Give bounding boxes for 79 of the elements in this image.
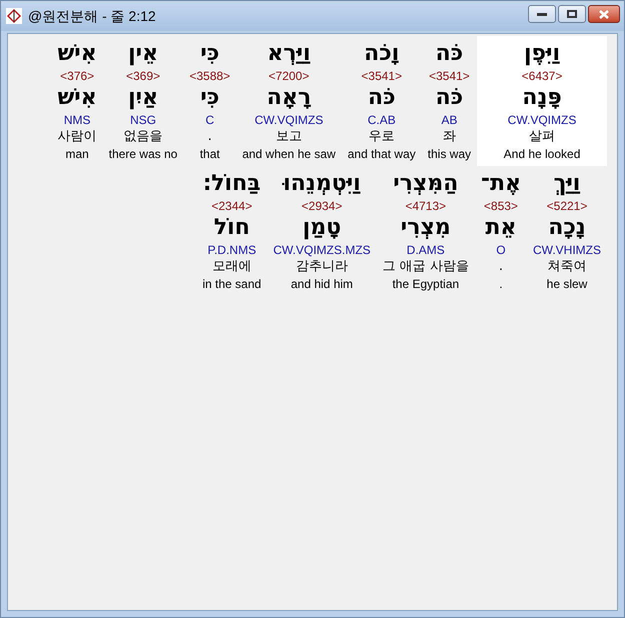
parsing-code: NMS [64, 112, 90, 128]
close-button[interactable] [588, 5, 620, 23]
parsing-code: NSG [130, 112, 156, 128]
korean-gloss: 감추니라 [296, 258, 348, 276]
hebrew-word: בַּחוֹל׃ [203, 170, 261, 198]
hebrew-word: וַיַּךְ [554, 170, 580, 198]
english-gloss: . [499, 276, 503, 292]
hebrew-lemma: אֵת [485, 214, 516, 242]
hebrew-word: כִּי [200, 40, 220, 68]
hebrew-word: וַיִּטְמְנֵהוּ [283, 170, 361, 198]
strong-number: <369> [126, 68, 160, 84]
korean-gloss: 없음을 [124, 128, 163, 146]
korean-gloss: 사람이 [58, 128, 97, 146]
hebrew-lemma: מִצְרִי [400, 214, 451, 242]
korean-gloss: 보고 [276, 128, 302, 146]
hebrew-word: וַיַּרְא [267, 40, 311, 68]
parsing-code: CW.VHIMZS [533, 242, 601, 258]
hebrew-lemma: אִישׁ [58, 84, 97, 112]
strong-number: <7200> [268, 68, 310, 84]
strong-number: <853> [484, 198, 518, 214]
strong-number: <5221> [546, 198, 588, 214]
hebrew-word: אִישׁ [58, 40, 97, 68]
korean-gloss: 살펴 [529, 128, 555, 146]
strong-number: <2344> [211, 198, 252, 214]
strong-number: <3588> [189, 68, 230, 84]
hebrew-word: אֵין [128, 40, 158, 68]
english-gloss: and when he saw [242, 146, 336, 162]
korean-gloss: 우로 [368, 128, 395, 146]
minimize-icon [537, 12, 547, 16]
parsing-code: O [496, 242, 506, 258]
hebrew-lemma: חוֹל [214, 214, 250, 242]
hebrew-lemma: רָאָה [266, 84, 312, 112]
english-gloss: there was no [108, 146, 178, 162]
window-title: @원전분해 - 줄 2:12 [28, 6, 156, 26]
strong-number: <2934> [302, 198, 342, 214]
strong-number: <376> [60, 68, 94, 84]
parsing-code: CW.VQIMZS [508, 112, 576, 128]
minimize-button[interactable] [528, 5, 556, 23]
korean-gloss: . [498, 258, 503, 276]
hebrew-word: כֹּה [436, 40, 464, 68]
parsing-code: C [206, 112, 214, 128]
maximize-button[interactable] [558, 5, 586, 23]
parsing-code: CW.VQIMZS.MZS [273, 242, 371, 258]
english-gloss: this way [428, 146, 471, 162]
hebrew-lemma: כִּי [200, 84, 220, 112]
parsing-code: C.AB [368, 112, 396, 128]
hebrew-lemma: נָכָה [548, 214, 586, 242]
hebrew-word: וַיִּפֶן [524, 40, 560, 68]
hebrew-lemma: פָּנָה [522, 84, 562, 112]
english-gloss: that [200, 146, 220, 162]
english-gloss: in the sand [202, 276, 262, 292]
korean-gloss: . [208, 128, 212, 146]
hebrew-lemma: טָמַן [302, 214, 342, 242]
strong-number: <3541> [428, 68, 470, 84]
english-gloss: and that way [348, 146, 416, 162]
hebrew-lemma: כֹּה [436, 84, 464, 112]
hebrew-lemma: כֹּה [368, 84, 396, 112]
korean-gloss: 그 애굽 사람을 [382, 258, 469, 276]
hebrew-word: הַמִּצְרִי [393, 170, 458, 198]
strong-number: <3541> [361, 68, 402, 84]
korean-gloss: 좌 [442, 128, 456, 146]
hebrew-lemma: אַיִן [128, 84, 158, 112]
english-gloss: man [65, 146, 89, 162]
parsing-code: D.AMS [406, 242, 445, 258]
parsing-code: CW.VQIMZS [254, 112, 324, 128]
maximize-icon [567, 10, 577, 18]
parsing-code: P.D.NMS [208, 242, 256, 258]
english-gloss: And he looked [504, 146, 580, 162]
english-gloss: the Egyptian [392, 276, 460, 292]
korean-gloss: 쳐죽여 [548, 258, 586, 276]
close-icon [599, 10, 609, 18]
strong-number: <4713> [405, 198, 446, 214]
english-gloss: he slew [546, 276, 588, 292]
english-gloss: and hid him [290, 276, 353, 292]
strong-number: <6437> [522, 68, 562, 84]
parsing-code: AB [441, 112, 458, 128]
hebrew-word: וָכֹה [364, 40, 400, 68]
korean-gloss: 모래에 [212, 258, 252, 276]
hebrew-word: אֶת־ [480, 170, 521, 198]
